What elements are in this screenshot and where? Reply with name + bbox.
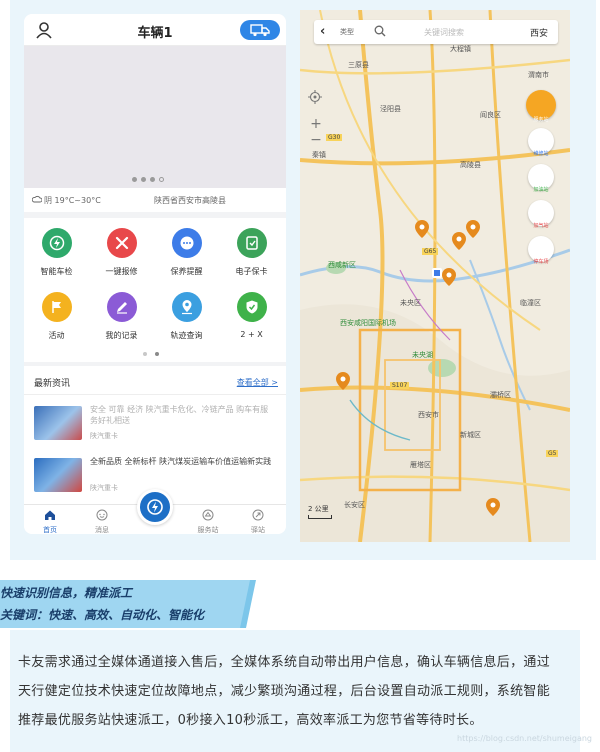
grid-item-activity[interactable]: 活动 — [24, 292, 89, 341]
type-filter-dropdown[interactable]: 类型 — [340, 27, 354, 37]
news-view-all-link[interactable]: 查看全部 > — [237, 377, 278, 388]
map-pin-icon[interactable] — [452, 232, 466, 250]
post-icon — [252, 509, 264, 521]
news-item[interactable]: 安全 可靠 经济 陕汽重卡危化、冷链产品 购车有服务好礼相送 陕汽重卡 — [34, 404, 280, 448]
section-keywords: 关键词：快速、高效、自动化、智能化 — [0, 608, 205, 622]
tab-messages[interactable]: 消息 — [82, 509, 122, 534]
news-thumbnail — [34, 406, 82, 440]
grid-page-indicator — [143, 352, 159, 356]
map-scale: 2 公里 — [308, 505, 329, 513]
bolt-icon — [41, 228, 72, 258]
center-logo-button[interactable] — [137, 489, 173, 525]
keyword-search-input[interactable]: 关键词搜索 — [424, 27, 464, 38]
description-text: 卡友需求通过全媒体通道接入售后，全媒体系统自动带出用户信息，确认车辆信息后，通过… — [18, 655, 551, 728]
bottom-tab-bar: 首页 消息 服务站 驿站 — [24, 489, 286, 534]
station-icon — [202, 509, 214, 521]
search-icon — [374, 25, 386, 37]
watermark: https://blog.csdn.net/shumeigang — [457, 734, 592, 743]
center-logo-icon — [147, 499, 163, 515]
grid-item-records[interactable]: 我的记录 — [89, 292, 154, 341]
zoom-controls[interactable]: + − — [307, 116, 325, 148]
carousel-indicator — [132, 177, 164, 182]
back-arrow-icon[interactable]: ‹ — [320, 24, 325, 39]
grid-item-e-card[interactable]: 电子保卡 — [219, 228, 284, 277]
grid-item-2x[interactable]: 2 + X — [219, 292, 284, 339]
pen-icon — [106, 292, 137, 322]
feature-grid: 智能车检 一键报修 保养提醒 电子保卡 活动 我的记录 轨迹查询 2 + X — [24, 218, 286, 362]
map-pin-icon[interactable] — [442, 268, 456, 286]
pin-icon — [171, 292, 202, 322]
current-location-marker — [432, 268, 442, 278]
weather-bar: 阴 19°C~30°C 陕西省西安市高陵县 — [24, 188, 286, 212]
tab-service-station[interactable]: 服务站 — [188, 509, 228, 534]
shield-icon — [236, 292, 267, 322]
news-section-title: 最新资讯 — [34, 379, 71, 389]
cloud-icon — [32, 195, 42, 203]
side-button-service-station[interactable]: 服务站 — [525, 90, 557, 123]
map-scale-bar — [308, 515, 332, 519]
tab-home[interactable]: 首页 — [30, 509, 70, 534]
grid-item-smart-check[interactable]: 智能车检 — [24, 228, 89, 277]
map-search-bar: ‹ 类型 关键词搜索 西安 — [314, 20, 558, 44]
chat-icon — [171, 228, 202, 258]
vehicle-home-screen: 车辆1 阴 19°C~30°C 陕西省西安市高陵县 智能车检 一键报修 保养提醒… — [24, 14, 286, 534]
locate-icon[interactable] — [308, 90, 322, 104]
weather-text: 阴 19°C~30°C — [44, 196, 101, 205]
card-icon — [236, 228, 267, 258]
map-pin-icon[interactable] — [486, 498, 500, 516]
map-pin-icon[interactable] — [466, 220, 480, 238]
side-button-gas[interactable]: 加油站 — [525, 164, 557, 193]
grid-item-track[interactable]: 轨迹查询 — [154, 292, 219, 341]
app-header: 车辆1 — [24, 14, 286, 46]
map-pin-icon[interactable] — [336, 372, 350, 390]
news-thumbnail — [34, 458, 82, 492]
service-map-screen: ‹ 类型 关键词搜索 西安 + − 服务站 维修站 加油站 加气站 停车场 三原县… — [300, 10, 570, 542]
side-button-parking[interactable]: 停车场 — [525, 236, 557, 265]
tools-icon — [106, 228, 137, 258]
home-icon — [45, 510, 55, 520]
truck-switch-button[interactable] — [240, 20, 280, 40]
flag-icon — [41, 292, 72, 322]
side-button-repair[interactable]: 维修站 — [525, 128, 557, 157]
truck-icon — [250, 24, 270, 37]
grid-item-repair[interactable]: 一键报修 — [89, 228, 154, 277]
news-section: 最新资讯 查看全部 > 安全 可靠 经济 陕汽重卡危化、冷链产品 购车有服务好礼… — [24, 366, 286, 504]
city-selector[interactable]: 西安 — [530, 26, 548, 39]
message-icon — [96, 509, 108, 521]
location-text: 陕西省西安市高陵县 — [154, 196, 226, 205]
tab-post[interactable]: 驿站 — [238, 509, 278, 534]
banner-carousel[interactable] — [24, 46, 286, 188]
side-button-gas-fill[interactable]: 加气站 — [525, 200, 557, 229]
divider — [24, 394, 286, 395]
map-pin-icon[interactable] — [415, 220, 429, 238]
section-heading: 快速识别信息，精准派工 — [0, 586, 133, 600]
grid-item-maintenance[interactable]: 保养提醒 — [154, 228, 219, 277]
